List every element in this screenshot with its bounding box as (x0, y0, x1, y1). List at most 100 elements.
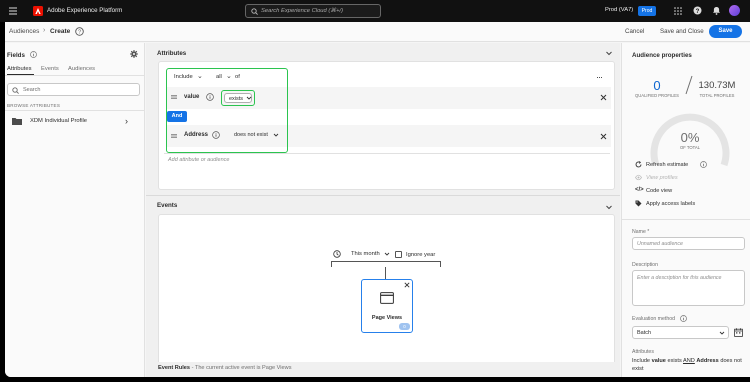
browse-divider (5, 110, 145, 111)
section-divider (146, 195, 620, 196)
global-nav-bar: Adobe Experience Platform Search Experie… (0, 0, 750, 22)
collapse-chevron-icon[interactable] (605, 49, 613, 57)
description-field-label: Description (632, 262, 658, 268)
properties-divider (622, 219, 750, 220)
tabs-divider (5, 75, 145, 76)
user-avatar[interactable] (729, 5, 740, 16)
add-attribute-dropzone[interactable]: Add attribute or audience (164, 153, 610, 167)
events-section-title: Events (157, 202, 178, 209)
audience-properties-title: Audience properties (632, 52, 692, 59)
refresh-icon (635, 161, 642, 168)
search-icon (251, 8, 258, 15)
summary-part: Include (632, 358, 652, 364)
evaluation-method-select[interactable]: Batch (632, 326, 729, 339)
timeline-bracket (331, 261, 441, 267)
tab-audiences[interactable]: Audiences (68, 66, 95, 72)
code-view-icon: </> (635, 187, 644, 193)
canvas-area: Attributes Include ⌄ all ⌄ of ··· value (146, 43, 620, 377)
fields-search-input[interactable]: Search (7, 83, 140, 96)
refresh-estimate-button[interactable]: Refresh estimate (646, 162, 688, 168)
ignore-year-label: Ignore year (406, 252, 436, 258)
view-profiles-button[interactable]: View profiles (646, 175, 678, 181)
evaluation-method-label: Evaluation method (632, 316, 675, 322)
cancel-button[interactable]: Cancel (625, 28, 644, 35)
event-card-label: Page Views (371, 315, 403, 321)
remove-rule-close-icon[interactable] (600, 94, 607, 101)
remove-event-close-icon[interactable] (404, 282, 410, 288)
breadcrumb-separator-icon: › (43, 27, 46, 34)
tab-attributes[interactable]: Attributes (7, 66, 32, 72)
total-profiles-value: 130.73M (698, 80, 736, 91)
folder-icon (12, 117, 22, 125)
browse-attributes-label: BROWSE ATTRIBUTES (7, 103, 61, 108)
summary-field-value: value (651, 358, 666, 364)
info-icon[interactable] (30, 51, 37, 58)
attributes-summary-label: Attributes (632, 349, 654, 355)
timeline-connector (385, 267, 386, 279)
audience-name-input[interactable]: Unnamed audience (632, 237, 745, 250)
evaluation-method-value: Batch (637, 330, 652, 336)
more-options-icon[interactable]: ··· (596, 72, 603, 82)
settings-gear-icon[interactable] (130, 50, 138, 58)
fields-title: Fields (7, 52, 25, 59)
browser-window-icon (380, 292, 394, 304)
adobe-logo-icon[interactable] (33, 6, 43, 16)
code-view-button[interactable]: Code view (646, 188, 672, 194)
schedule-calendar-icon[interactable] (734, 328, 743, 337)
event-card-page-views[interactable]: Page Views 0 (361, 279, 413, 333)
tree-item-xdm-individual-profile[interactable]: XDM Individual Profile › (5, 114, 145, 129)
global-search-input[interactable]: Search Experience Cloud (⌘+/) (245, 4, 381, 18)
menu-icon[interactable] (9, 7, 17, 15)
app-workspace: Audiences › Create ? Cancel Save and Clo… (5, 22, 750, 377)
help-circle-icon[interactable]: ? (75, 27, 84, 36)
percent-of-total-label: OF TOTAL (679, 145, 700, 150)
attributes-section-title: Attributes (157, 50, 187, 57)
save-button[interactable]: Save (709, 25, 742, 38)
search-icon (12, 87, 19, 94)
apps-icon[interactable] (674, 7, 682, 15)
global-search-placeholder: Search Experience Cloud (⌘+/) (261, 8, 343, 14)
qualified-profiles-value: 0 (653, 78, 661, 93)
svg-text:?: ? (696, 9, 700, 15)
ignore-year-checkbox[interactable] (395, 251, 402, 258)
audience-description-placeholder: Enter a description for this audience (637, 275, 722, 281)
help-icon[interactable]: ? (693, 6, 702, 15)
event-rules-title: Event Rules (158, 365, 191, 371)
time-range-dropdown[interactable]: This month (351, 251, 380, 257)
remove-rule-close-icon[interactable] (600, 133, 607, 140)
summary-and-operator: AND (683, 358, 695, 364)
product-name[interactable]: Adobe Experience Platform (47, 7, 122, 14)
breadcrumb-audiences[interactable]: Audiences (9, 28, 39, 35)
audience-description-textarea[interactable]: Enter a description for this audience (632, 270, 745, 306)
summary-part: exists (665, 358, 684, 364)
breadcrumb-current: Create (50, 28, 71, 35)
name-field-label: Name * (632, 229, 650, 235)
fields-search-placeholder: Search (23, 87, 41, 93)
page-header: Audiences › Create ? Cancel Save and Clo… (5, 22, 750, 42)
collapse-chevron-icon[interactable] (605, 203, 613, 211)
apply-access-labels-button[interactable]: Apply access labels (646, 201, 695, 207)
chevron-down-icon (719, 330, 725, 336)
env-badge[interactable]: Prod (638, 6, 656, 16)
event-rules-text: - The current active event is Page Views (190, 365, 292, 371)
svg-text:?: ? (78, 30, 81, 36)
tree-item-label: XDM Individual Profile (30, 118, 88, 124)
summary-field-address: Address (696, 358, 719, 364)
chevron-right-icon[interactable]: › (125, 116, 128, 126)
notifications-bell-icon[interactable] (712, 6, 721, 15)
tab-events[interactable]: Events (41, 66, 59, 72)
audience-name-placeholder: Unnamed audience (637, 241, 683, 247)
event-rules-footer: Event Rules - The current active event i… (146, 362, 620, 377)
chevron-down-icon[interactable] (384, 251, 390, 257)
view-profiles-icon (635, 174, 642, 181)
save-and-close-button[interactable]: Save and Close (660, 28, 704, 35)
add-attribute-placeholder: Add attribute or audience (168, 157, 230, 163)
summary-part: exist (632, 366, 644, 372)
clock-icon (333, 250, 341, 258)
info-icon[interactable] (680, 315, 687, 322)
include-group-highlight-box (166, 68, 288, 153)
org-switcher[interactable]: Prod (VA7) (605, 7, 633, 13)
info-icon[interactable] (700, 161, 707, 168)
percent-of-total-value: 0% (680, 130, 700, 145)
attributes-summary-text: Include value exists AND Address does no… (632, 357, 748, 373)
